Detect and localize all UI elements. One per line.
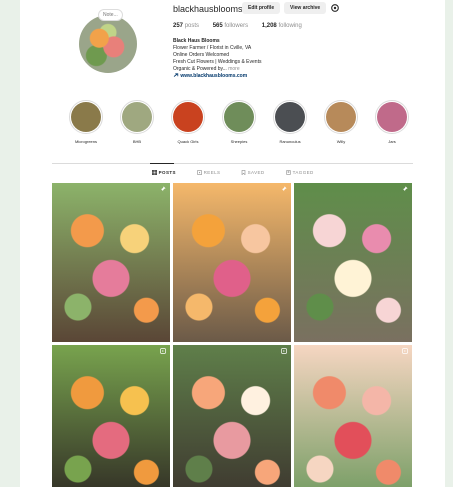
active-tab-indicator xyxy=(150,163,174,164)
post-thumbnail[interactable] xyxy=(173,345,291,487)
posts-stat-label: posts xyxy=(184,23,200,29)
highlight-cover xyxy=(222,100,256,134)
bio-website-link[interactable]: www.blackhausblooms.com xyxy=(173,73,261,80)
bio-line: Online Orders Welcomed xyxy=(173,52,230,58)
tabs-divider xyxy=(52,163,413,164)
posts-stat[interactable]: 257 posts xyxy=(173,23,199,29)
pinned-icon xyxy=(281,186,287,192)
reel-icon xyxy=(402,348,408,354)
bookmark-icon xyxy=(241,170,246,176)
story-highlight[interactable]: Quack Girls xyxy=(171,100,205,144)
tab-posts-label: POSTS xyxy=(158,170,176,175)
reel-icon xyxy=(281,348,287,354)
story-highlight[interactable]: Willy xyxy=(324,100,358,144)
highlight-label: BHB xyxy=(132,139,142,144)
pinned-icon xyxy=(402,186,408,192)
story-highlight[interactable]: Sheepies xyxy=(222,100,256,144)
highlight-cover xyxy=(273,100,307,134)
reel-icon xyxy=(160,348,166,354)
followers-stat-label: followers xyxy=(224,23,249,29)
highlight-label: Ranunculus xyxy=(279,139,301,144)
following-count: 1,208 xyxy=(261,23,277,29)
bio-website-text: www.blackhausblooms.com xyxy=(180,73,248,79)
highlight-cover xyxy=(120,100,154,134)
bio-line: Flower Farmer / Florist in Cville, VA xyxy=(173,45,252,51)
story-highlight[interactable]: BHB xyxy=(120,100,154,144)
following-stat-label: following xyxy=(278,23,302,29)
highlight-cover xyxy=(375,100,409,134)
story-highlight[interactable]: Jars xyxy=(375,100,409,144)
post-thumbnail[interactable] xyxy=(294,183,412,342)
note-bubble[interactable]: Note... xyxy=(98,9,123,21)
profile-avatar-container[interactable]: Note... xyxy=(79,9,137,73)
post-thumbnail[interactable] xyxy=(294,345,412,487)
tab-posts[interactable]: POSTS xyxy=(152,170,176,176)
profile-stats: 257 posts 565 followers 1,208 following xyxy=(173,23,314,29)
highlight-cover xyxy=(324,100,358,134)
link-icon xyxy=(173,73,179,77)
grid-icon xyxy=(152,170,158,176)
tag-icon xyxy=(286,170,291,176)
tab-saved[interactable]: SAVED xyxy=(241,170,265,176)
bio-name: Black Haus Blooms xyxy=(173,38,220,44)
posts-count: 257 xyxy=(173,23,184,29)
tab-reels[interactable]: REELS xyxy=(197,170,221,176)
post-thumbnail[interactable] xyxy=(52,345,170,487)
settings-icon[interactable] xyxy=(330,3,340,13)
highlight-cover xyxy=(69,100,103,134)
posts-grid xyxy=(52,183,413,487)
tab-saved-label: SAVED xyxy=(247,170,265,175)
reels-icon xyxy=(197,170,203,176)
post-thumbnail[interactable] xyxy=(173,183,291,342)
highlight-cover xyxy=(171,100,205,134)
profile-page: Note... blackhausblooms Edit profile Vie… xyxy=(20,0,445,487)
edit-profile-button[interactable]: Edit profile xyxy=(242,2,281,14)
pinned-icon xyxy=(160,186,166,192)
tab-tagged[interactable]: TAGGED xyxy=(286,170,314,176)
following-stat[interactable]: 1,208 following xyxy=(262,23,302,29)
avatar[interactable] xyxy=(79,15,137,73)
tab-tagged-label: TAGGED xyxy=(292,170,314,175)
post-thumbnail[interactable] xyxy=(52,183,170,342)
view-archive-button[interactable]: View archive xyxy=(284,2,327,14)
profile-username: blackhausblooms xyxy=(173,4,243,14)
bio-line: Fresh Cut Flowers | Weddings & Events xyxy=(173,59,262,65)
bio-line-text: Organic & Powered by... xyxy=(173,66,229,72)
story-highlight[interactable]: Ranunculus xyxy=(273,100,307,144)
highlight-label: Quack Girls xyxy=(177,139,199,144)
bio-line-truncated: Organic & Powered by... more xyxy=(173,66,261,73)
highlight-label: Jars xyxy=(388,139,396,144)
story-highlight[interactable]: Microgreens xyxy=(69,100,103,144)
highlight-label: Sheepies xyxy=(230,139,248,144)
highlight-label: Willy xyxy=(336,139,346,144)
tab-reels-label: REELS xyxy=(203,170,221,175)
followers-count: 565 xyxy=(212,23,223,29)
profile-bio: Black Haus Blooms Flower Farmer / Floris… xyxy=(173,38,261,80)
followers-stat[interactable]: 565 followers xyxy=(213,23,248,29)
highlight-label: Microgreens xyxy=(74,139,97,144)
bio-more-link[interactable]: more xyxy=(228,66,239,72)
